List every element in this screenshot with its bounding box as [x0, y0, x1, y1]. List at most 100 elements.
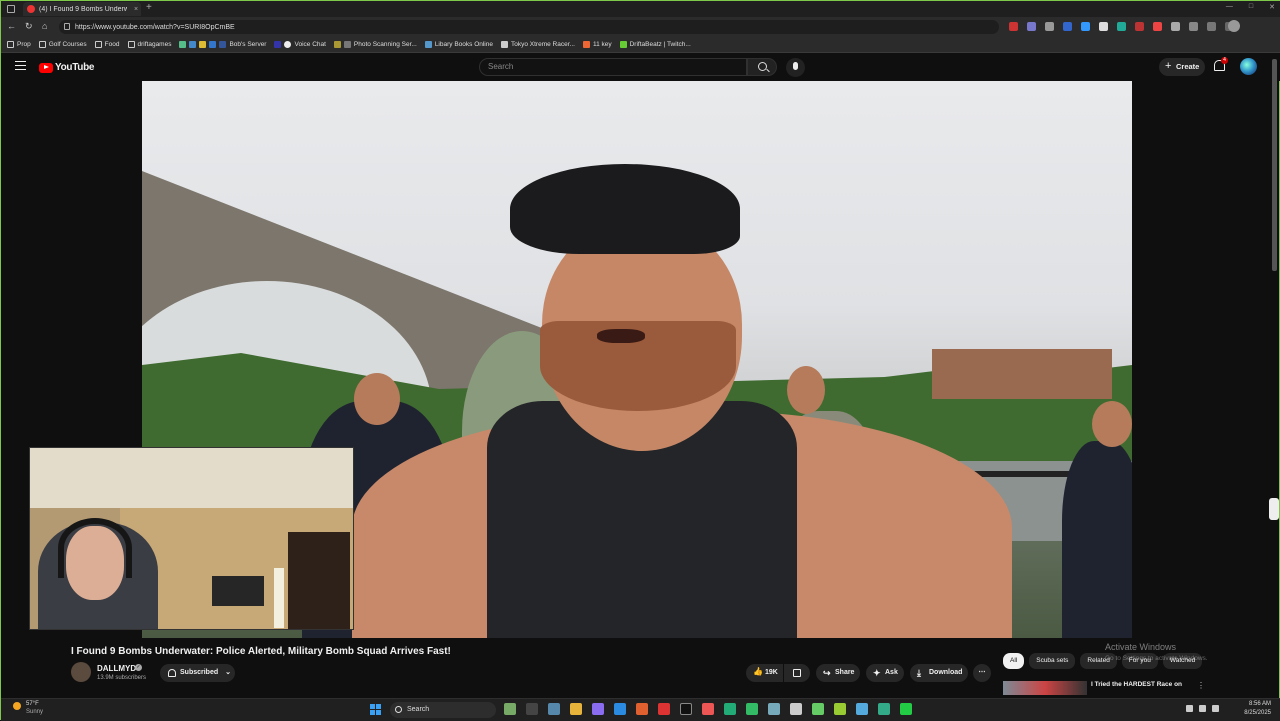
bookmark-item[interactable]: DriftaBeatz | Twitch...	[619, 41, 691, 48]
maximize-icon[interactable]: □	[1249, 3, 1253, 11]
site-icon	[619, 41, 627, 48]
weather-description[interactable]: Sunny	[26, 709, 43, 715]
bookmark-item[interactable]: 11 key	[582, 41, 612, 48]
app-icon[interactable]	[812, 703, 824, 715]
profile-icon[interactable]	[1228, 20, 1240, 32]
brave-icon[interactable]	[702, 703, 714, 715]
site-icon	[343, 41, 351, 48]
app-icon[interactable]	[834, 703, 846, 715]
minimize-icon[interactable]: —	[1226, 3, 1233, 11]
extension-icon[interactable]	[1009, 22, 1018, 31]
create-button[interactable]: Create	[1159, 57, 1205, 76]
browser-tab-active[interactable]: (4) I Found 9 Bombs Underw ×	[23, 2, 141, 16]
channel-avatar[interactable]	[71, 662, 91, 682]
url-field[interactable]: https://www.youtube.com/watch?v=SURI8OpC…	[59, 20, 999, 34]
youtube-logo[interactable]: YouTube	[39, 62, 95, 73]
bookmark-item[interactable]: Photo Scanning Ser...	[333, 41, 417, 48]
tab-actions-icon[interactable]	[7, 5, 15, 13]
recommended-thumbnail[interactable]	[1003, 681, 1087, 695]
dislike-button[interactable]	[784, 664, 810, 682]
home-icon[interactable]: ⌂	[42, 21, 47, 31]
app-icon[interactable]	[790, 703, 802, 715]
extension-icon[interactable]	[1081, 22, 1090, 31]
youtube-play-icon	[39, 62, 53, 73]
browser-window: (4) I Found 9 Bombs Underw × + — □ ✕ ← ↻…	[0, 0, 1280, 721]
extension-icon[interactable]	[1027, 22, 1036, 31]
bookmark-item[interactable]: Tokyo Xtreme Racer...	[500, 41, 575, 48]
account-avatar[interactable]	[1240, 58, 1257, 75]
video-frame-person-head	[787, 366, 825, 414]
menu-icon[interactable]	[15, 61, 26, 70]
site-icon	[333, 41, 341, 48]
video-frame-officer	[1062, 441, 1132, 638]
wifi-icon[interactable]	[1199, 705, 1206, 712]
firefox-icon[interactable]	[636, 703, 648, 715]
copilot-icon[interactable]	[592, 703, 604, 715]
video-frame-officer-head	[354, 373, 400, 425]
bookmark-item[interactable]: Libary Books Online	[424, 41, 493, 48]
app-icon[interactable]	[746, 703, 758, 715]
chip-scuba-sets[interactable]: Scuba sets	[1029, 653, 1076, 669]
app-icon[interactable]	[900, 703, 912, 715]
bookmark-item[interactable]: Food	[94, 41, 120, 48]
site-icon	[179, 41, 187, 48]
file-explorer-icon[interactable]	[570, 703, 582, 715]
settings-icon[interactable]	[548, 703, 560, 715]
taskbar-search[interactable]: Search	[390, 702, 496, 718]
chip-all[interactable]: All	[1003, 653, 1025, 669]
close-tab-icon[interactable]: ×	[131, 6, 141, 13]
sun-icon[interactable]	[13, 702, 21, 710]
chevron-up-icon[interactable]	[1186, 705, 1193, 712]
ask-button[interactable]: ✦ Ask	[866, 664, 904, 682]
share-button[interactable]: ↪ Share	[816, 664, 860, 682]
bookmark-item[interactable]: Bob's Server	[179, 41, 266, 48]
taskbar-time[interactable]: 8:56 AM	[1241, 701, 1271, 707]
site-icon	[189, 41, 197, 48]
chevron-down-icon: ⌄	[225, 669, 231, 676]
search-input[interactable]: Search	[479, 58, 747, 76]
taskbar-date[interactable]: 8/25/2025	[1237, 710, 1271, 716]
app-icon[interactable]	[856, 703, 868, 715]
extension-icon[interactable]	[1045, 22, 1054, 31]
refresh-icon[interactable]: ↻	[25, 21, 33, 32]
close-window-icon[interactable]: ✕	[1269, 3, 1275, 11]
video-title: I Found 9 Bombs Underwater: Police Alert…	[71, 646, 451, 657]
bookmark-item[interactable]: driftagames	[127, 41, 171, 48]
download-button[interactable]: ⤓ Download	[910, 664, 968, 682]
system-tray	[1186, 705, 1219, 712]
voice-search-icon[interactable]	[786, 58, 805, 77]
extension-icon[interactable]	[1099, 22, 1108, 31]
app-icon[interactable]	[768, 703, 780, 715]
volume-icon[interactable]	[1212, 705, 1219, 712]
page-scrollbar[interactable]	[1272, 59, 1277, 271]
terminal-icon[interactable]	[680, 703, 692, 715]
app-icon[interactable]	[724, 703, 736, 715]
back-icon[interactable]: ←	[7, 21, 16, 31]
task-view-icon[interactable]	[526, 703, 538, 715]
extension-icon[interactable]	[1063, 22, 1072, 31]
app-icon[interactable]	[504, 703, 516, 715]
extension-icon[interactable]	[1135, 22, 1144, 31]
extension-icon[interactable]	[1189, 22, 1198, 31]
side-panel-toggle[interactable]	[1269, 498, 1279, 520]
start-button[interactable]	[370, 704, 381, 715]
edge-icon[interactable]	[614, 703, 626, 715]
app-icon[interactable]	[658, 703, 670, 715]
recommended-more-icon[interactable]: ⋮	[1197, 681, 1205, 690]
weather-temperature[interactable]: 57°F	[26, 701, 39, 707]
favorites-icon[interactable]	[1207, 22, 1216, 31]
new-tab-icon[interactable]: +	[146, 2, 152, 13]
bookmark-item[interactable]: Voice Chat	[274, 41, 326, 48]
recommended-title[interactable]: I Tried the HARDEST Race on	[1091, 681, 1182, 688]
channel-name[interactable]: DALLMYD	[97, 664, 136, 673]
bookmark-item[interactable]: Prop	[7, 41, 31, 48]
extension-icon[interactable]	[1117, 22, 1126, 31]
search-button[interactable]	[747, 58, 777, 76]
subscribed-button[interactable]: Subscribed ⌄	[160, 664, 235, 682]
extension-icon[interactable]	[1153, 22, 1162, 31]
bookmark-item[interactable]: Golf Courses	[38, 41, 87, 48]
app-icon[interactable]	[878, 703, 890, 715]
extension-icon[interactable]	[1171, 22, 1180, 31]
more-actions-icon[interactable]: ⋯	[973, 664, 991, 682]
like-button[interactable]: 👍 19K	[746, 664, 783, 682]
